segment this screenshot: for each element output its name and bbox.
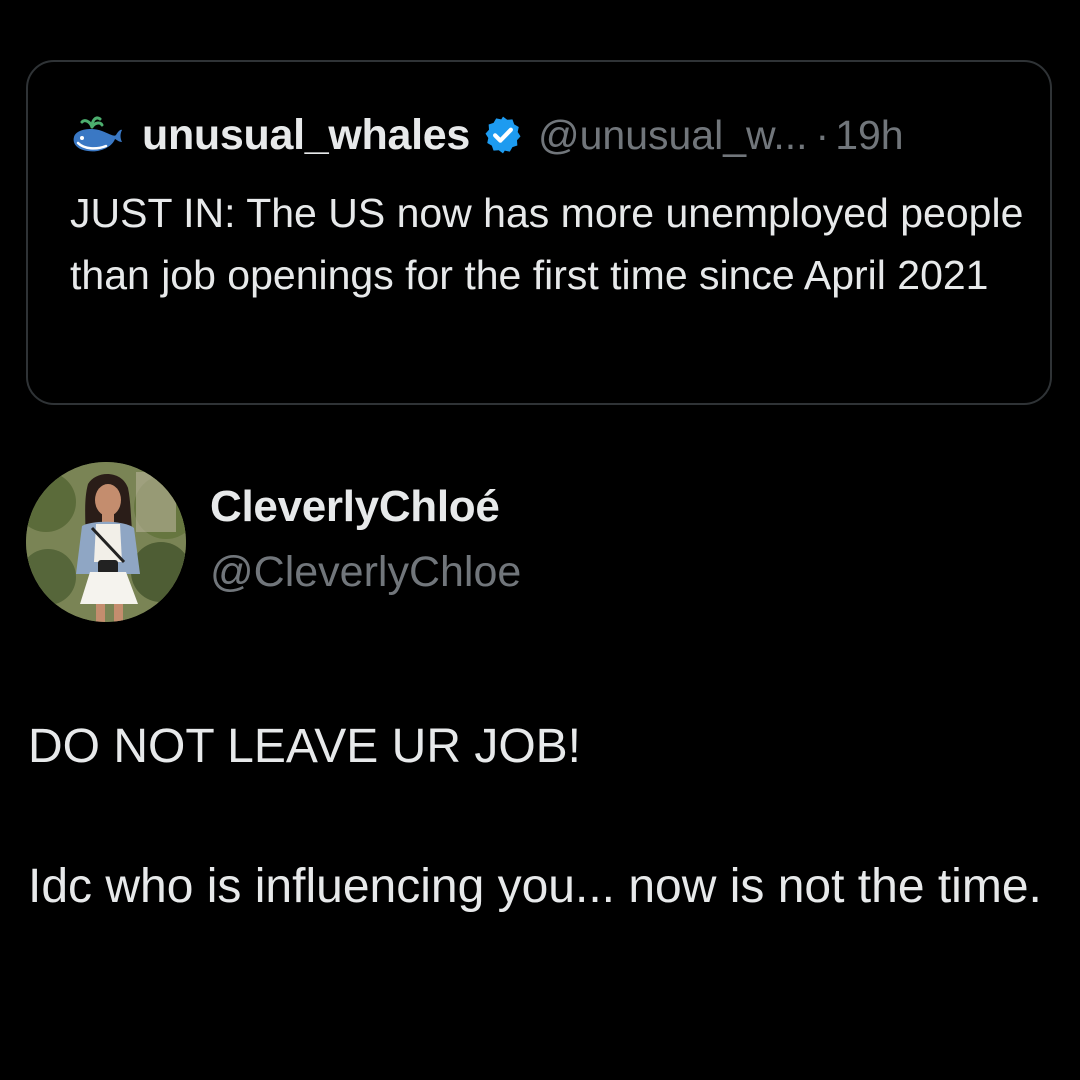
quoted-author-name[interactable]: unusual_whales — [142, 111, 470, 160]
tweet-text-line: Idc who is influencing you... now is not… — [28, 860, 1042, 913]
author-name[interactable]: CleverlyChloé — [210, 482, 500, 532]
quoted-tweet-header: unusual_whales @unusual_w... · 19h — [70, 110, 904, 160]
profile-photo — [26, 462, 186, 622]
separator-dot: · — [815, 111, 830, 158]
avatar[interactable] — [26, 462, 186, 622]
quoted-tweet-timestamp[interactable]: 19h — [835, 112, 903, 159]
verified-badge-icon — [485, 116, 521, 154]
quoted-tweet-text: JUST IN: The US now has more unemployed … — [70, 190, 1024, 298]
quoted-tweet-card[interactable]: unusual_whales @unusual_w... · 19h JUST … — [26, 60, 1052, 405]
whale-icon[interactable] — [70, 113, 124, 157]
tweet-text: DO NOT LEAVE UR JOB! Idc who is influenc… — [28, 712, 1058, 922]
tweet-text-line: DO NOT LEAVE UR JOB! — [28, 720, 582, 773]
quoted-author-handle[interactable]: @unusual_w... — [538, 112, 808, 159]
author-handle[interactable]: @CleverlyChloe — [210, 548, 521, 597]
